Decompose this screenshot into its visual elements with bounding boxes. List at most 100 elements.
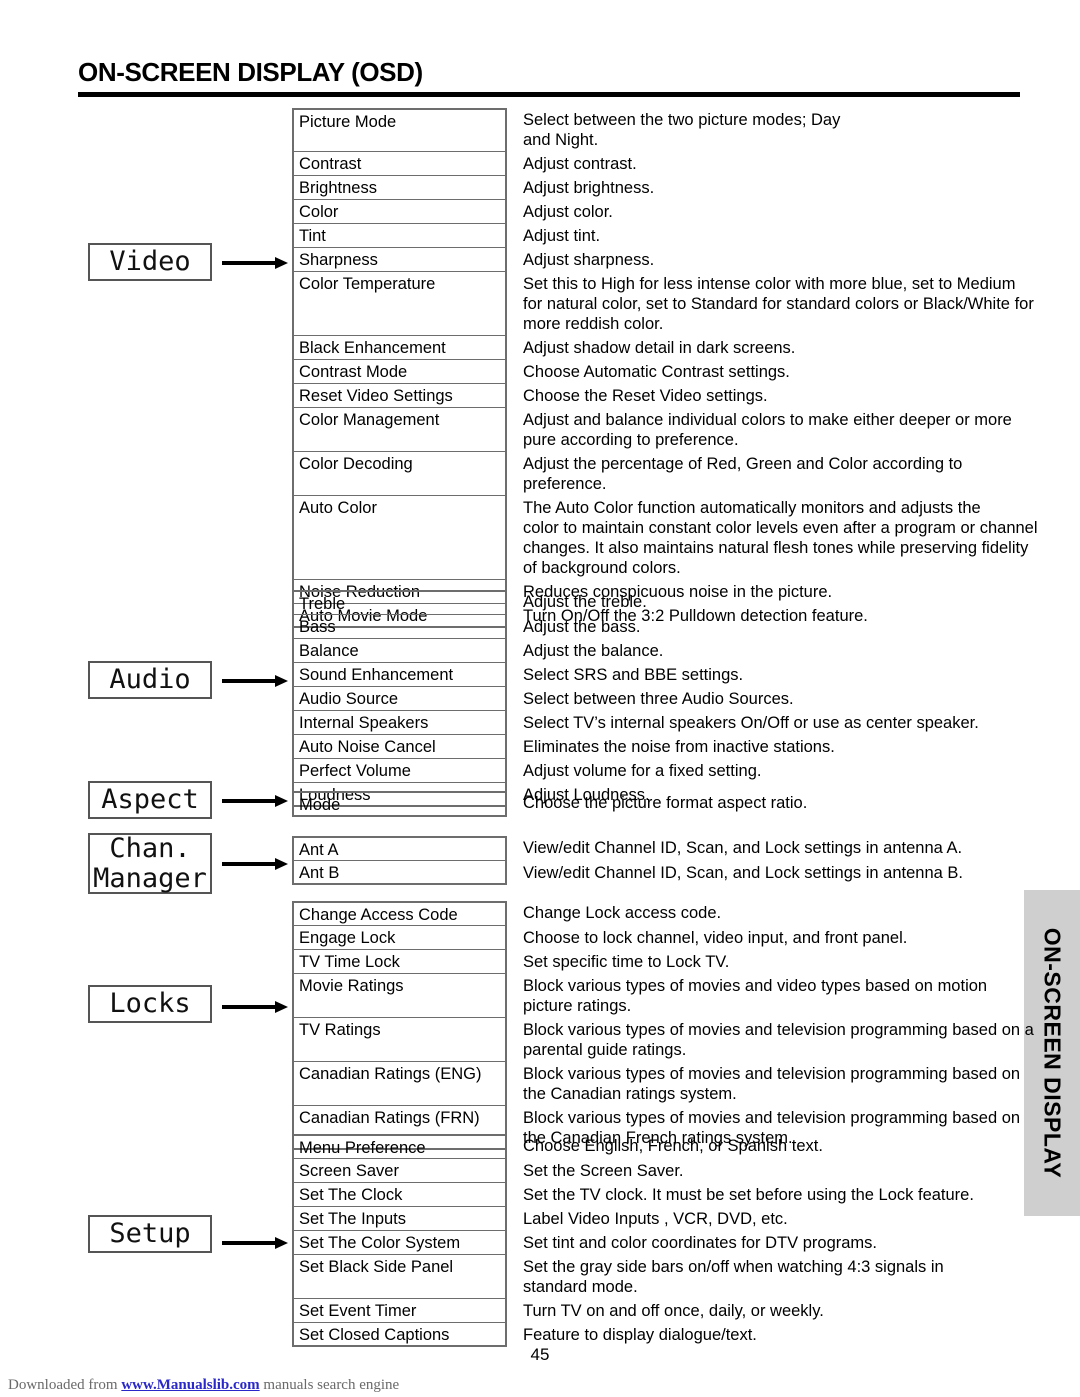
category-label-aspect: Aspect [101,784,199,816]
category-label-manager: Manager [93,862,207,894]
menu-item-description: The Auto Color function automatically mo… [507,496,1038,578]
description-line: Adjust the balance. [523,642,664,660]
description-line: Select SRS and BBE settings. [523,666,744,684]
menu-item-label[interactable]: Set The Color System [292,1231,507,1255]
category-label-setup: Setup [109,1218,191,1250]
menu-item-label[interactable]: Engage Lock [292,926,507,950]
description-line: Adjust brightness. [523,179,655,197]
menu-item-label[interactable]: Color [292,200,507,224]
table-row: Ant A View/edit Channel ID, Scan, and Loc… [292,836,1020,861]
menu-item-description: Adjust the bass. [507,615,1020,637]
description-line: Choose to lock channel, video input, and… [523,929,908,947]
description-line: Adjust shadow detail in dark screens. [523,339,796,357]
footer-attribution: Downloaded from www.Manualslib.com manua… [0,1377,1080,1394]
menu-item-label[interactable]: Auto Noise Cancel [292,735,507,759]
arrow-video [222,257,288,269]
manualslib-link[interactable]: www.Manualslib.com [121,1377,259,1393]
category-box-video[interactable]: Video [88,243,212,281]
menu-item-label[interactable]: Sharpness [292,248,507,272]
menu-item-description: Adjust brightness. [507,176,1020,198]
category-box-setup[interactable]: Setup [88,1215,212,1253]
arrow-setup [222,1237,288,1249]
menu-item-label[interactable]: Mode [292,791,507,817]
menu-item-label[interactable]: Ant B [292,861,507,885]
description-line: Set tint and color coordinates for DTV p… [523,1234,877,1252]
menu-item-label[interactable]: Audio Source [292,687,507,711]
menu-item-label[interactable]: Menu Preference [292,1134,507,1159]
table-row: Mode Choose the picture format aspect rat… [292,791,1020,817]
table-row: Set Closed Captions Feature to display di… [292,1323,1020,1347]
menu-item-description: Adjust tint. [507,224,1020,246]
menu-item-label[interactable]: Set Black Side Panel [292,1255,507,1299]
description-line: and Night. [523,131,599,149]
menu-item-description: Feature to display dialogue/text. [507,1323,1020,1345]
menu-item-label[interactable]: Color Management [292,408,507,452]
category-label-chan: Chan. [109,833,191,865]
table-row: Canadian Ratings (ENG) Block various type… [292,1062,1020,1106]
description-line: parental guide ratings. [523,1041,687,1059]
menu-item-label[interactable]: Balance [292,639,507,663]
menu-item-label[interactable]: Internal Speakers [292,711,507,735]
menu-item-label[interactable]: Set The Inputs [292,1207,507,1231]
menu-item-description: View/edit Channel ID, Scan, and Lock set… [507,861,1020,883]
menu-item-label[interactable]: Color Temperature [292,272,507,336]
menu-item-label[interactable]: Contrast Mode [292,360,507,384]
description-line: Adjust contrast. [523,155,637,173]
menu-item-label[interactable]: Reset Video Settings [292,384,507,408]
category-label-locks: Locks [109,988,191,1020]
menu-item-description: View/edit Channel ID, Scan, and Lock set… [507,836,1020,858]
menu-item-label[interactable]: TV Ratings [292,1018,507,1062]
description-line: Select between three Audio Sources. [523,690,794,708]
menu-item-description: Select between three Audio Sources. [507,687,1020,709]
category-box-chan-manager[interactable]: Chan. Manager [88,833,212,894]
description-line: Block various types of movies and televi… [523,1065,1021,1083]
table-row: Audio Source Select between three Audio S… [292,687,1020,711]
menu-item-label[interactable]: Set The Clock [292,1183,507,1207]
menu-item-label[interactable]: Treble [292,590,507,615]
description-line: the Canadian ratings system. [523,1085,737,1103]
menu-item-label[interactable]: Perfect Volume [292,759,507,783]
description-line: Adjust sharpness. [523,251,655,269]
menu-item-label[interactable]: Color Decoding [292,452,507,496]
menu-item-description: Set specific time to Lock TV. [507,950,1020,972]
menu-item-label[interactable]: TV Time Lock [292,950,507,974]
description-line: Set the gray side bars on/off when watch… [523,1258,944,1276]
description-line: Eliminates the noise from inactive stati… [523,738,835,756]
category-box-locks[interactable]: Locks [88,985,212,1023]
menu-item-description: Set the TV clock. It must be set before … [507,1183,1020,1205]
menu-item-label[interactable]: Set Event Timer [292,1299,507,1323]
menu-item-label[interactable]: Bass [292,615,507,639]
description-line: Choose English, French, or Spanish text. [523,1137,823,1155]
category-label-video: Video [109,246,191,278]
menu-item-label[interactable]: Contrast [292,152,507,176]
description-line: Block various types of movies and televi… [523,1109,1021,1127]
category-box-audio[interactable]: Audio [88,661,212,699]
table-row: Tint Adjust tint. [292,224,1020,248]
description-line: The Auto Color function automatically mo… [523,499,981,517]
menu-item-label[interactable]: Sound Enhancement [292,663,507,687]
menu-item-label[interactable]: Auto Color [292,496,507,580]
menu-item-description: Select between the two picture modes; Da… [507,108,1020,150]
menu-item-label[interactable]: Brightness [292,176,507,200]
menu-item-label[interactable]: Black Enhancement [292,336,507,360]
menu-item-label[interactable]: Ant A [292,836,507,861]
table-row: Treble Adjust the treble. [292,590,1020,615]
menu-item-label[interactable]: Tint [292,224,507,248]
category-box-aspect[interactable]: Aspect [88,781,212,819]
menu-item-label[interactable]: Screen Saver [292,1159,507,1183]
menu-item-label[interactable]: Set Closed Captions [292,1323,507,1347]
description-line: Adjust and balance individual colors to … [523,411,1012,429]
menu-item-label[interactable]: Canadian Ratings (ENG) [292,1062,507,1106]
description-line: for natural color, set to Standard for s… [523,295,1034,313]
menu-item-label[interactable]: Picture Mode [292,108,507,152]
menu-item-label[interactable]: Change Access Code [292,901,507,926]
description-line: View/edit Channel ID, Scan, and Lock set… [523,839,963,857]
description-line: Feature to display dialogue/text. [523,1326,757,1344]
description-line: Adjust the treble. [523,593,647,611]
table-row: Auto Noise Cancel Eliminates the noise fr… [292,735,1020,759]
description-line: Set specific time to Lock TV. [523,953,730,971]
menu-item-description: Adjust shadow detail in dark screens. [507,336,1020,358]
description-line: Choose the picture format aspect ratio. [523,794,808,812]
menu-item-label[interactable]: Movie Ratings [292,974,507,1018]
description-line: Adjust the bass. [523,618,641,636]
